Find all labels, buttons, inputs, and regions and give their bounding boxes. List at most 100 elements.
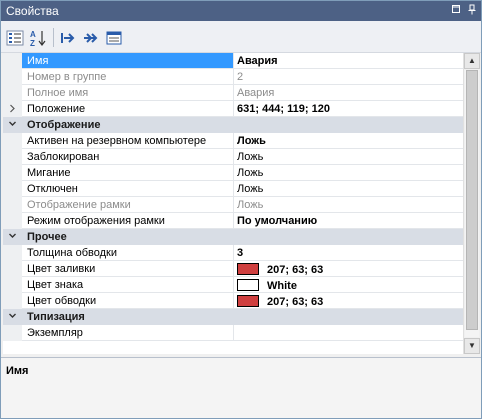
property-value[interactable]: Ложь bbox=[234, 149, 463, 165]
scroll-up-icon[interactable]: ▲ bbox=[464, 53, 480, 69]
property-name[interactable]: Режим отображения рамки bbox=[22, 213, 234, 229]
property-value[interactable]: 3 bbox=[234, 245, 463, 261]
properties-icon[interactable] bbox=[57, 27, 79, 49]
property-row[interactable]: Цвет обводки 207; 63; 63 bbox=[3, 293, 463, 309]
color-swatch bbox=[237, 263, 259, 275]
property-value-text: 207; 63; 63 bbox=[267, 296, 324, 308]
category-row[interactable]: Отображение bbox=[3, 117, 463, 133]
row-gutter bbox=[3, 213, 22, 229]
property-value-text: White bbox=[267, 280, 297, 292]
property-value[interactable]: Ложь bbox=[234, 165, 463, 181]
row-gutter bbox=[3, 245, 22, 261]
property-value[interactable]: Ложь bbox=[234, 197, 463, 213]
property-name[interactable]: Номер в группе bbox=[22, 69, 234, 85]
property-name[interactable]: Положение bbox=[22, 101, 234, 117]
property-row[interactable]: Заблокирован Ложь bbox=[3, 149, 463, 165]
property-row[interactable]: Толщина обводки 3 bbox=[3, 245, 463, 261]
property-value[interactable]: White bbox=[234, 277, 463, 293]
property-value-text: Ложь bbox=[237, 135, 266, 147]
property-row[interactable]: Положение 631; 444; 119; 120 bbox=[3, 101, 463, 117]
category-label: Прочее bbox=[27, 231, 67, 243]
titlebar: Свойства bbox=[1, 1, 481, 21]
pin-icon[interactable] bbox=[465, 4, 479, 18]
property-value-text: Авария bbox=[237, 87, 275, 99]
alphabetical-sort-icon[interactable]: A Z bbox=[27, 27, 49, 49]
property-name[interactable]: Цвет заливки bbox=[22, 261, 234, 277]
property-value[interactable]: Авария bbox=[234, 85, 463, 101]
property-value-text: Авария bbox=[237, 55, 278, 67]
property-value[interactable]: 2 bbox=[234, 69, 463, 85]
property-row[interactable]: Режим отображения рамки По умолчанию bbox=[3, 213, 463, 229]
row-gutter bbox=[3, 261, 22, 277]
property-value-text: Ложь bbox=[237, 151, 264, 163]
collapse-icon[interactable] bbox=[8, 311, 17, 323]
expand-icon[interactable] bbox=[9, 101, 16, 118]
property-row[interactable]: Цвет знака White bbox=[3, 277, 463, 293]
property-value[interactable]: По умолчанию bbox=[234, 213, 463, 229]
property-row[interactable]: Имя Авария bbox=[3, 53, 463, 69]
property-pages-icon[interactable] bbox=[103, 27, 125, 49]
category-label: Типизация bbox=[27, 311, 85, 323]
property-name[interactable]: Цвет знака bbox=[22, 277, 234, 293]
property-value[interactable]: Ложь bbox=[234, 181, 463, 197]
property-name[interactable]: Цвет обводки bbox=[22, 293, 234, 309]
scroll-down-icon[interactable]: ▼ bbox=[464, 338, 480, 354]
color-swatch bbox=[237, 279, 259, 291]
row-gutter bbox=[3, 165, 22, 181]
toolbar-separator bbox=[53, 28, 54, 47]
row-gutter bbox=[3, 69, 22, 85]
row-gutter bbox=[3, 181, 22, 197]
row-gutter bbox=[3, 85, 22, 101]
property-value-text: Ложь bbox=[237, 167, 264, 179]
property-value-text: Ложь bbox=[237, 183, 264, 195]
property-value[interactable] bbox=[234, 325, 463, 341]
property-name[interactable]: Мигание bbox=[22, 165, 234, 181]
property-row[interactable]: Номер в группе 2 bbox=[3, 69, 463, 85]
category-row[interactable]: Типизация bbox=[3, 309, 463, 325]
svg-text:Z: Z bbox=[30, 39, 35, 47]
property-value[interactable]: Авария bbox=[234, 53, 463, 69]
property-name[interactable]: Имя bbox=[22, 53, 234, 69]
properties-panel: Свойства A Z Имя Авария Номер в группе 2… bbox=[0, 0, 482, 419]
property-row[interactable]: Мигание Ложь bbox=[3, 165, 463, 181]
scroll-thumb[interactable] bbox=[466, 70, 478, 330]
scroll-track[interactable] bbox=[465, 70, 479, 337]
category-label: Отображение bbox=[27, 119, 101, 131]
row-gutter bbox=[3, 197, 22, 213]
property-value-text: 207; 63; 63 bbox=[267, 264, 324, 276]
property-value-text: 3 bbox=[237, 247, 244, 259]
property-name[interactable]: Толщина обводки bbox=[22, 245, 234, 261]
property-grid: Имя Авария Номер в группе 2 Полное имя Авария… bbox=[3, 53, 463, 354]
row-gutter bbox=[3, 53, 22, 69]
property-row[interactable]: Отображение рамки Ложь bbox=[3, 197, 463, 213]
property-row[interactable]: Активен на резервном компьютере Ложь bbox=[3, 133, 463, 149]
property-row[interactable]: Полное имя Авария bbox=[3, 85, 463, 101]
property-name[interactable]: Полное имя bbox=[22, 85, 234, 101]
property-value[interactable]: 207; 63; 63 bbox=[234, 261, 463, 277]
property-value-text: Ложь bbox=[237, 199, 264, 211]
property-name[interactable]: Экземпляр bbox=[22, 325, 234, 341]
property-row[interactable]: Отключен Ложь bbox=[3, 181, 463, 197]
collapse-icon[interactable] bbox=[8, 231, 17, 243]
property-name[interactable]: Заблокирован bbox=[22, 149, 234, 165]
description-title: Имя bbox=[6, 365, 29, 377]
events-icon[interactable] bbox=[80, 27, 102, 49]
description-pane: Имя bbox=[1, 357, 481, 418]
property-value-text: 631; 444; 119; 120 bbox=[237, 103, 330, 115]
property-name[interactable]: Отображение рамки bbox=[22, 197, 234, 213]
categorized-icon[interactable] bbox=[4, 27, 26, 49]
property-row[interactable]: Цвет заливки 207; 63; 63 bbox=[3, 261, 463, 277]
restore-icon[interactable] bbox=[449, 4, 463, 18]
property-value[interactable]: Ложь bbox=[234, 133, 463, 149]
vertical-scrollbar[interactable]: ▲ ▼ bbox=[463, 53, 480, 354]
svg-text:A: A bbox=[30, 30, 36, 39]
property-value[interactable]: 207; 63; 63 bbox=[234, 293, 463, 309]
collapse-icon[interactable] bbox=[8, 119, 17, 131]
property-row[interactable]: Экземпляр bbox=[3, 325, 463, 341]
category-row[interactable]: Прочее bbox=[3, 229, 463, 245]
property-name[interactable]: Отключен bbox=[22, 181, 234, 197]
property-value[interactable]: 631; 444; 119; 120 bbox=[234, 101, 463, 117]
property-value-text: 2 bbox=[237, 71, 244, 83]
property-name[interactable]: Активен на резервном компьютере bbox=[22, 133, 234, 149]
row-gutter bbox=[3, 133, 22, 149]
